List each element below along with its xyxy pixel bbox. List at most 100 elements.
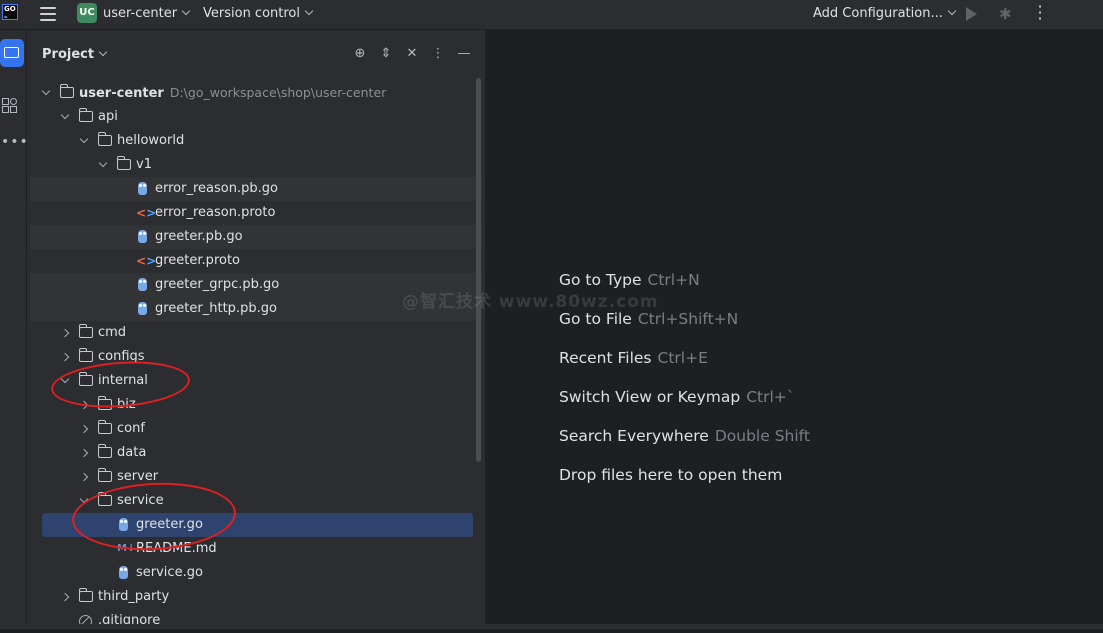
tree-item[interactable]: conf (30, 417, 482, 441)
editor-area[interactable]: Go to Type Ctrl+N Go to File Ctrl+Shift+N Re… (486, 30, 1103, 629)
tree-item-name: cmd (98, 325, 127, 340)
folder-icon (79, 324, 93, 338)
tree-item-label: conf (117, 417, 145, 441)
tree-item[interactable]: greeter.pb.go (30, 225, 482, 249)
tree-item-name: third_party (98, 589, 170, 604)
run-icon[interactable] (966, 7, 977, 21)
more-vertical-icon[interactable]: · · · (1036, 0, 1044, 27)
go-file-icon (138, 278, 147, 291)
chevron-right-icon[interactable] (60, 592, 70, 602)
project-path: D:\go_workspace\shop\user-center (169, 85, 387, 100)
tree-item-label: greeter.proto (155, 249, 240, 273)
tree-item-label: greeter_http.pb.go (155, 297, 277, 321)
hint-shortcut: Double Shift (714, 427, 810, 445)
tree-item-label: v1 (136, 153, 152, 177)
proto-file-icon: <> (136, 206, 157, 220)
chevron-down-icon[interactable] (60, 110, 70, 120)
project-tool-window-button[interactable] (0, 39, 24, 67)
editor-hint: Search Everywhere Double Shift (559, 427, 810, 447)
chevron-down-icon[interactable] (41, 86, 51, 96)
project-panel-title[interactable]: Project (42, 47, 108, 62)
tree-item-label: data (117, 441, 146, 465)
chevron-right-icon[interactable] (60, 328, 70, 338)
main-menu-icon[interactable] (40, 7, 56, 21)
run-config-label: Add Configuration... (813, 6, 943, 21)
hint-action: Drop files here to open them (559, 466, 783, 484)
tree-item-label: helloworld (117, 129, 184, 153)
tree-item-name: v1 (136, 157, 152, 172)
go-file-icon (138, 230, 147, 243)
tree-item-name: greeter_http.pb.go (155, 301, 277, 316)
debug-icon[interactable]: ✱ (999, 6, 1013, 22)
tree-item[interactable]: .gitignore (30, 609, 482, 633)
watermark: @智汇技术 www.80wz.com (402, 292, 659, 312)
chevron-down-icon[interactable] (79, 134, 89, 144)
tree-item-label: third_party (98, 585, 169, 609)
tree-item-name: data (117, 445, 147, 460)
version-control-menu[interactable]: Version control (203, 6, 314, 21)
tree-scrollbar[interactable] (476, 78, 481, 462)
tree-item[interactable]: server (30, 465, 482, 489)
goland-logo-icon: GO – (2, 4, 18, 21)
tree-item[interactable]: cmd (30, 321, 482, 345)
tree-item-name: error_reason.pb.go (155, 181, 278, 196)
hint-action: Recent Files (559, 349, 652, 367)
go-file-icon (138, 182, 147, 195)
folder-icon (79, 348, 93, 362)
tree-item-label: error_reason.proto (155, 201, 275, 225)
folder-icon (79, 108, 93, 122)
editor-hint: Go to File Ctrl+Shift+N (559, 310, 738, 330)
tree-item-name: error_reason.proto (155, 205, 276, 220)
hide-panel-icon[interactable]: — (456, 46, 472, 62)
editor-hint: Drop files here to open them (559, 466, 782, 486)
structure-icon[interactable] (2, 98, 18, 114)
editor-hint: Switch View or Keymap Ctrl+` (559, 388, 795, 408)
editor-hint: Recent Files Ctrl+E (559, 349, 708, 369)
tree-item-label: error_reason.pb.go (155, 177, 278, 201)
options-icon[interactable]: ⋮ (430, 46, 446, 62)
hint-action: Switch View or Keymap (559, 388, 741, 406)
tree-item-label: api (98, 105, 118, 129)
tree-item-label: user-center D:\go_workspace\shop\user-cen… (79, 81, 386, 106)
tree-item[interactable]: error_reason.pb.go (30, 177, 482, 201)
tree-item[interactable]: <> greeter.proto (30, 249, 482, 273)
tree-item[interactable]: api (30, 105, 482, 129)
tree-item-label: cmd (98, 321, 126, 345)
chevron-right-icon[interactable] (60, 352, 70, 362)
title-bar: GO – UC user-center Version control Add C… (0, 0, 1103, 30)
chevron-right-icon[interactable] (79, 424, 89, 434)
tree-item[interactable]: v1 (30, 153, 482, 177)
folder-icon (98, 420, 112, 434)
tree-item-name: server (117, 469, 159, 484)
tree-item[interactable]: service.go (30, 561, 482, 585)
tree-item[interactable]: <> error_reason.proto (30, 201, 482, 225)
tree-item-label: service.go (136, 561, 203, 585)
hint-shortcut: Ctrl+Shift+N (637, 310, 739, 328)
tree-item-name: api (98, 109, 118, 124)
locate-file-icon[interactable]: ⊕ (352, 46, 368, 62)
tree-item[interactable]: user-center D:\go_workspace\shop\user-cen… (30, 81, 482, 105)
chevron-right-icon[interactable] (79, 448, 89, 458)
hint-shortcut: Ctrl+` (746, 388, 795, 406)
tree-item[interactable]: data (30, 441, 482, 465)
project-badge[interactable]: UC (77, 3, 97, 23)
collapse-all-icon[interactable]: ✕ (404, 46, 420, 62)
tree-item-name: user-center (79, 86, 164, 101)
tree-item[interactable]: helloworld (30, 129, 482, 153)
tree-item[interactable]: third_party (30, 585, 482, 609)
chevron-down-icon (98, 47, 108, 57)
tree-item-label: greeter.pb.go (155, 225, 243, 249)
chevron-right-icon[interactable] (79, 472, 89, 482)
project-selector[interactable]: user-center (103, 6, 191, 21)
project-panel-title-label: Project (42, 47, 95, 62)
more-tool-windows-icon[interactable]: ••• (1, 134, 29, 150)
folder-icon (4, 47, 19, 58)
folder-icon (117, 156, 131, 170)
chevron-down-icon (304, 6, 314, 16)
hint-action: Search Everywhere (559, 427, 709, 445)
run-configuration-selector[interactable]: Add Configuration... (813, 6, 957, 21)
chevron-down-icon[interactable] (98, 158, 108, 168)
expand-all-icon[interactable]: ⇕ (378, 46, 394, 62)
tree-item-label: greeter_grpc.pb.go (155, 273, 279, 297)
tree-item-label: .gitignore (98, 609, 160, 633)
